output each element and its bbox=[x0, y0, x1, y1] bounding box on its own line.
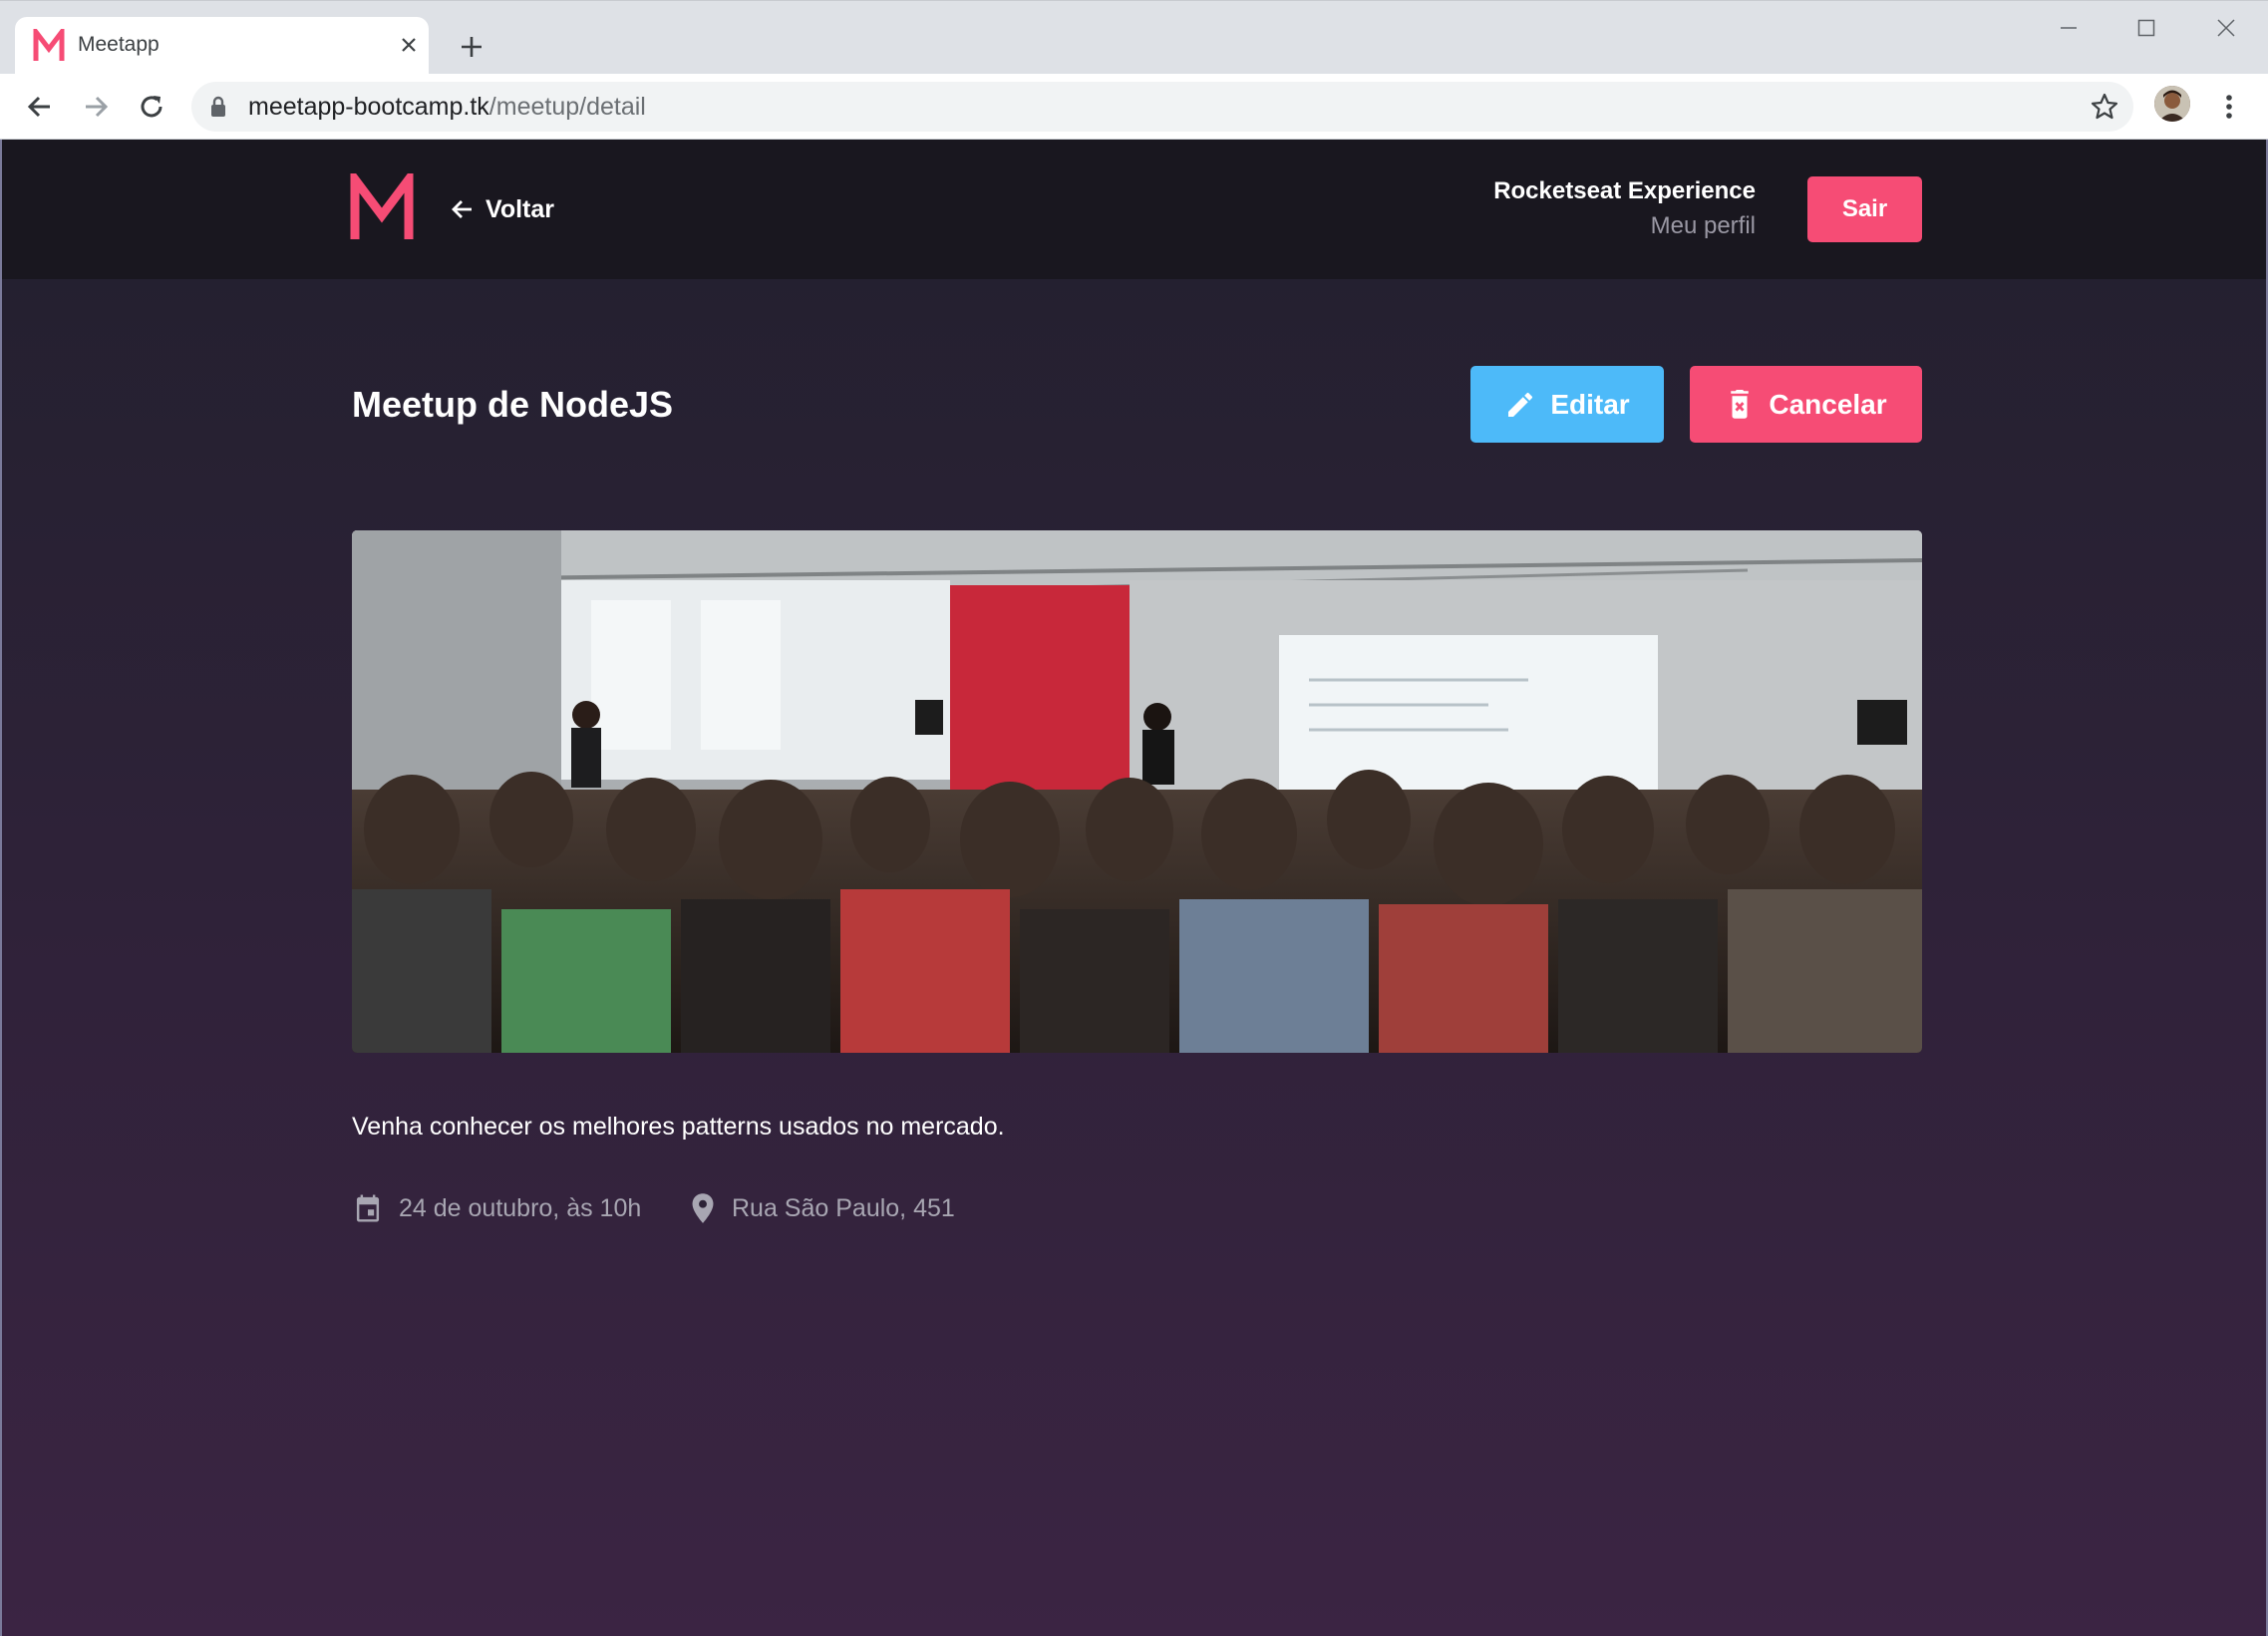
tab-title: Meetapp bbox=[78, 33, 160, 56]
back-link[interactable]: Voltar bbox=[450, 191, 554, 227]
bookmark-star-icon[interactable] bbox=[2090, 92, 2119, 122]
user-name: Rocketseat Experience bbox=[1493, 177, 1756, 204]
maximize-icon[interactable] bbox=[2121, 13, 2171, 43]
browser-toolbar: meetapp-bootcamp.tk/meetup/detail bbox=[0, 74, 2268, 140]
meetapp-favicon-icon bbox=[33, 29, 65, 61]
address-bar[interactable]: meetapp-bootcamp.tk/meetup/detail bbox=[191, 82, 2133, 132]
delete-forever-icon bbox=[1731, 389, 1750, 419]
meetup-location: Rua São Paulo, 451 bbox=[690, 1192, 955, 1224]
logout-button[interactable]: Sair bbox=[1807, 176, 1922, 242]
url-path: /meetup/detail bbox=[488, 93, 646, 121]
forward-arrow-icon[interactable] bbox=[77, 88, 115, 126]
location-pin-icon bbox=[692, 1193, 714, 1223]
page-content: Voltar Rocketseat Experience Meu perfil … bbox=[0, 140, 2268, 1636]
minimize-icon[interactable] bbox=[2044, 13, 2094, 43]
lock-icon bbox=[211, 96, 225, 117]
arrow-left-icon bbox=[452, 200, 472, 218]
browser-menu-icon[interactable] bbox=[2213, 88, 2245, 126]
back-arrow-icon[interactable] bbox=[21, 88, 59, 126]
date-text: 24 de outubro, às 10h bbox=[399, 1193, 642, 1222]
location-text: Rua São Paulo, 451 bbox=[732, 1193, 955, 1222]
cancel-label: Cancelar bbox=[1769, 388, 1887, 420]
back-label: Voltar bbox=[486, 194, 554, 223]
edit-label: Editar bbox=[1550, 388, 1630, 420]
profile-link[interactable]: Meu perfil bbox=[1651, 212, 1756, 240]
tab-close-icon[interactable] bbox=[395, 31, 423, 59]
meetup-title: Meetup de NodeJS bbox=[352, 384, 674, 425]
window-close-icon[interactable] bbox=[2201, 13, 2251, 43]
meetup-banner-image bbox=[352, 530, 1922, 1053]
pencil-icon bbox=[1508, 392, 1533, 417]
browser-tab[interactable]: Meetapp bbox=[15, 17, 429, 75]
profile-avatar[interactable] bbox=[2154, 86, 2190, 122]
calendar-icon bbox=[356, 1194, 380, 1222]
url-host: meetapp-bootcamp.tk bbox=[248, 93, 489, 121]
new-tab-plus-icon[interactable] bbox=[454, 29, 489, 65]
url-text: meetapp-bootcamp.tk/meetup/detail bbox=[248, 93, 646, 122]
reload-icon[interactable] bbox=[133, 88, 170, 126]
cancel-meetup-button[interactable]: Cancelar bbox=[1690, 366, 1922, 443]
browser-tab-bar: Meetapp bbox=[0, 0, 2268, 75]
app-header: Voltar Rocketseat Experience Meu perfil … bbox=[2, 140, 2266, 279]
meetup-description: Venha conhecer os melhores patterns usad… bbox=[352, 1113, 1005, 1141]
meetapp-logo-icon[interactable] bbox=[350, 173, 414, 239]
meetup-date: 24 de outubro, às 10h bbox=[353, 1192, 641, 1224]
edit-button[interactable]: Editar bbox=[1470, 366, 1664, 443]
